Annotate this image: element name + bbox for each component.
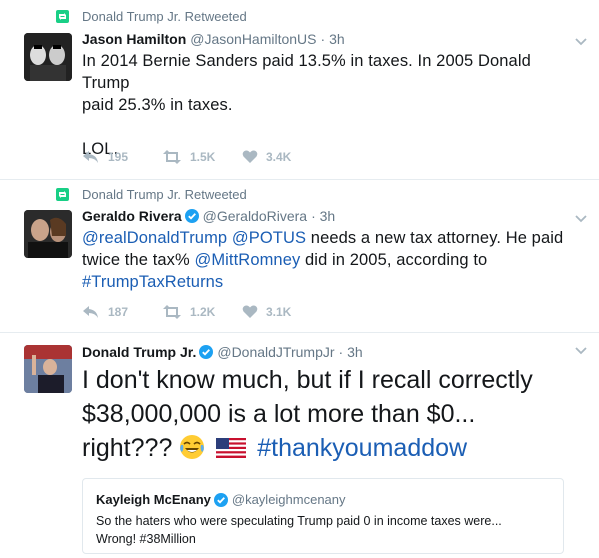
quoted-tweet-header: Kayleigh McEnany @kayleighmcenany	[96, 492, 346, 507]
author-name[interactable]: Geraldo Rivera	[82, 208, 182, 224]
mention-link[interactable]: @realDonaldTrump	[82, 229, 227, 247]
author-handle[interactable]: @DonaldJTrumpJr	[217, 344, 334, 360]
reply-button[interactable]: 195	[82, 150, 162, 164]
tweet-donald-trump-jr[interactable]: Donald Trump Jr. @DonaldJTrumpJr · 3h I …	[0, 332, 599, 558]
timestamp[interactable]: · 3h	[311, 208, 335, 224]
quoted-text-line: Wrong! #38Million	[96, 532, 196, 546]
retweet-button[interactable]: 1.5K	[162, 150, 242, 164]
reply-icon	[83, 306, 98, 318]
retweet-button[interactable]: 1.2K	[162, 305, 242, 319]
verified-badge-icon	[184, 209, 199, 223]
retweet-icon	[163, 305, 181, 319]
tweet-text-line: paid 25.3% in taxes.	[82, 96, 233, 114]
heart-icon	[242, 150, 258, 163]
retweet-count: 1.2K	[190, 305, 216, 319]
tweet-text-line: $38,000,000 is a lot more than $0...	[82, 400, 476, 428]
reply-count: 195	[108, 150, 129, 164]
avatar[interactable]	[24, 33, 72, 81]
like-button[interactable]: 3.4K	[242, 150, 322, 164]
heart-icon	[242, 305, 258, 318]
retweeted-by-label[interactable]: Donald Trump Jr. Retweeted	[82, 9, 247, 24]
quoted-author-handle: @kayleighmcenany	[231, 492, 346, 507]
mention-link[interactable]: @POTUS	[232, 229, 306, 247]
retweet-count: 1.5K	[190, 150, 216, 164]
timestamp[interactable]: · 3h	[321, 31, 345, 47]
reply-button[interactable]: 187	[82, 305, 162, 319]
retweeted-by-label[interactable]: Donald Trump Jr. Retweeted	[82, 187, 247, 202]
quoted-text-line: So the haters who were speculating Trump…	[96, 514, 502, 528]
author-name[interactable]: Jason Hamilton	[82, 31, 186, 47]
timestamp[interactable]: · 3h	[339, 344, 363, 360]
retweet-indicator-icon	[56, 10, 69, 23]
tweet-text-segment: needs a new tax attorney. He paid	[306, 229, 564, 247]
verified-badge-icon	[213, 492, 228, 507]
tweet-text-segment: did in 2005, according to	[300, 251, 488, 269]
tweet-text: In 2014 Bernie Sanders paid 13.5% in tax…	[82, 50, 582, 160]
author-name[interactable]: Donald Trump Jr.	[82, 344, 196, 360]
quoted-author-name: Kayleigh McEnany	[96, 492, 211, 507]
us-flag-icon	[216, 438, 247, 458]
tweet-geraldo-rivera[interactable]: Donald Trump Jr. Retweeted Geraldo River…	[0, 179, 599, 332]
tweet-header: Donald Trump Jr. @DonaldJTrumpJr · 3h	[82, 344, 363, 360]
verified-badge-icon	[199, 345, 214, 359]
avatar[interactable]	[24, 345, 72, 393]
face-with-tears-of-joy-icon	[180, 435, 205, 459]
like-count: 3.4K	[266, 150, 292, 164]
chevron-down-icon[interactable]	[575, 347, 587, 355]
retweet-indicator-icon	[56, 188, 69, 201]
tweet-text-line: In 2014 Bernie Sanders paid 13.5% in tax…	[82, 52, 531, 92]
chevron-down-icon[interactable]	[575, 215, 587, 223]
tweet-jason-hamilton[interactable]: Donald Trump Jr. Retweeted Jason Hamilto…	[0, 0, 599, 179]
tweet-text-line: I don't know much, but if I recall corre…	[82, 366, 533, 394]
tweet-text-segment: twice the tax%	[82, 251, 195, 269]
tweet-actions: 187 1.2K 3.1K	[82, 305, 322, 319]
quoted-tweet[interactable]: Kayleigh McEnany @kayleighmcenany So the…	[82, 478, 564, 554]
tweet-text: @realDonaldTrump @POTUS needs a new tax …	[82, 227, 582, 293]
like-button[interactable]: 3.1K	[242, 305, 322, 319]
avatar[interactable]	[24, 210, 72, 258]
tweet-header: Geraldo Rivera @GeraldoRivera · 3h	[82, 208, 335, 224]
reply-count: 187	[108, 305, 129, 319]
quoted-tweet-text: So the haters who were speculating Trump…	[96, 512, 556, 548]
hashtag-link[interactable]: #thankyoumaddow	[257, 434, 467, 462]
author-handle[interactable]: @JasonHamiltonUS	[190, 31, 316, 47]
hashtag-link[interactable]: #TrumpTaxReturns	[82, 273, 223, 291]
tweet-actions: 195 1.5K 3.4K	[82, 150, 322, 164]
reply-icon	[83, 151, 98, 163]
tweet-text: I don't know much, but if I recall corre…	[82, 363, 592, 465]
tweet-header: Jason Hamilton @JasonHamiltonUS · 3h	[82, 31, 345, 47]
like-count: 3.1K	[266, 305, 292, 319]
chevron-down-icon[interactable]	[575, 38, 587, 46]
retweet-icon	[163, 150, 181, 164]
author-handle[interactable]: @GeraldoRivera	[203, 208, 307, 224]
mention-link[interactable]: @MittRomney	[194, 251, 300, 269]
tweet-text-segment: right???	[82, 434, 173, 462]
